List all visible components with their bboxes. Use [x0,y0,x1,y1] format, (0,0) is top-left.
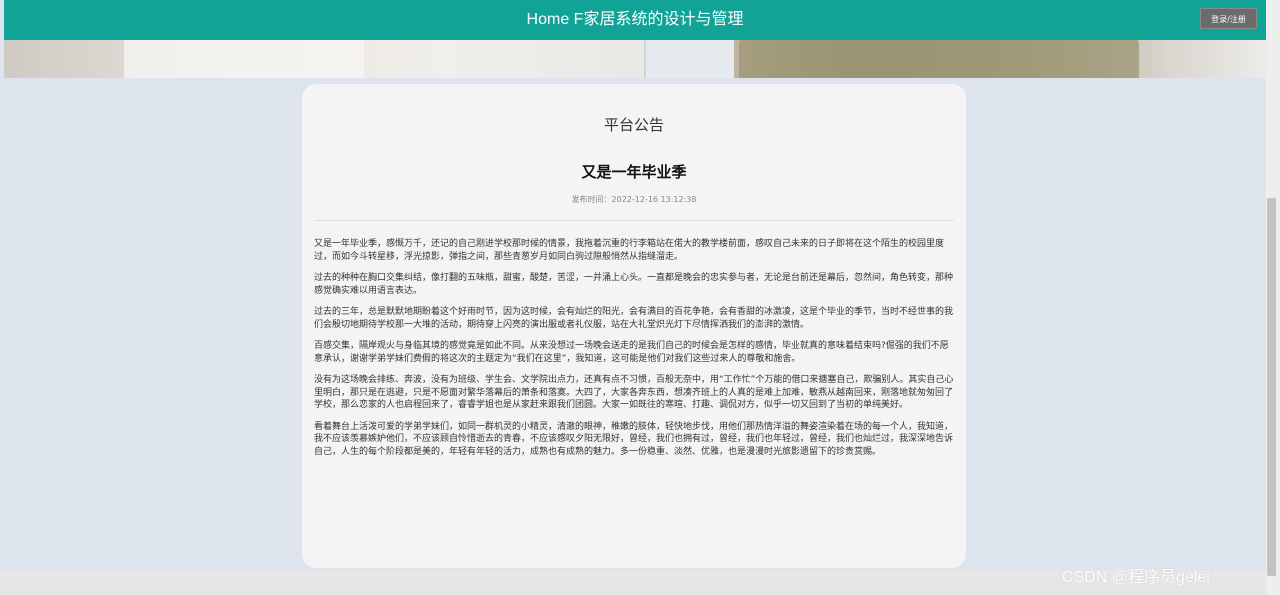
article-paragraph: 百感交集，隔岸观火与身临其境的感觉竟是如此不同。从来没想过一场晚会送走的是我们自… [314,341,949,364]
publish-time: 发布时间：2022-12-16 13:12:38 [571,195,697,204]
site-title: Home F家居系统的设计与管理 [526,11,744,28]
login-register-button[interactable]: 登录/注册 [1200,8,1257,29]
article-paragraph: 看着舞台上活泼可爱的学弟学妹们，如同一群机灵的小精灵，清澈的眼神，稚嫩的肢体，轻… [314,421,954,457]
article-title: 又是一年毕业季 [581,163,687,181]
article-content: 又是一年毕业季，感慨万千，还记的自己刚进学校那时候的情景，我拖着沉重的行李箱站在… [314,238,954,467]
article-paragraph: 过去的种种在胸口交集纠结，像打翻的五味瓶，甜蜜，酸楚，苦涩，一并涌上心头。一直都… [314,273,954,296]
banner-decor-left [124,40,364,78]
banner-decor-window [644,36,734,78]
watermark: CSDN @程序员gelei [1062,569,1210,586]
article-paragraph: 过去的三年，总是默默地期盼着这个好雨时节，因为这时候，会有灿烂的阳光，会有满目的… [314,307,954,330]
banner-decor-right [739,38,1139,78]
article-paragraph: 没有为这场晚会排练、奔波，没有为班级、学生会、文学院出点力，还真有点不习惯，百般… [314,375,954,410]
article-paragraph: 又是一年毕业季，感慨万千，还记的自己刚进学校那时候的情景，我拖着沉重的行李箱站在… [314,239,945,262]
scrollbar-thumb[interactable] [1267,198,1276,576]
notice-card: 平台公告 又是一年毕业季 发布时间：2022-12-16 13:12:38 又是… [302,84,966,568]
section-title: 平台公告 [603,116,664,134]
top-nav-bar: Home F家居系统的设计与管理 登录/注册 [4,0,1266,40]
divider [314,220,954,221]
